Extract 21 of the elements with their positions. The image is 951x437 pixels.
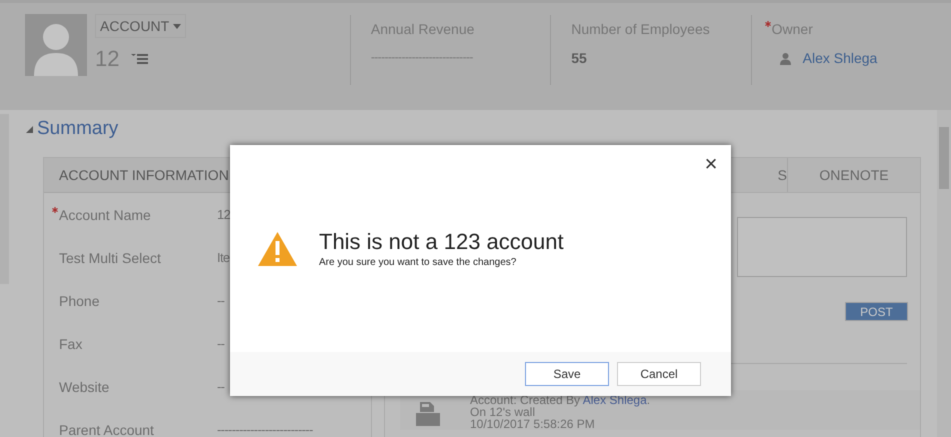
field-label: Parent Account: [59, 421, 154, 437]
field-value: 55: [571, 49, 588, 68]
field-value: --------------------------: [217, 421, 313, 437]
timeline-entry-wall: On 12's wall: [470, 406, 536, 418]
dialog-title: This is not a 123 account: [319, 229, 564, 255]
field-value: --: [217, 378, 224, 396]
field-label: Phone: [59, 292, 100, 311]
field-label: Test Multi Select: [59, 249, 161, 268]
field-label: Fax: [59, 335, 82, 354]
field-value: --: [217, 292, 224, 310]
field-label: Website: [59, 378, 110, 397]
field-value: Ite: [217, 249, 230, 267]
timeline-entry-text: Account: Created By Alex Shlega.: [470, 394, 650, 406]
field-value: 12: [217, 206, 230, 224]
field-value: ------------------------------: [370, 49, 474, 66]
section-title: Summary: [37, 116, 118, 141]
timeline-entry-date: 10/10/2017 5:58:26 PM: [470, 418, 596, 430]
panel-title: ACCOUNT INFORMATION: [59, 166, 229, 184]
dialog-message: Are you sure you want to save the changes?: [319, 256, 518, 270]
field-label: Account Name: [59, 206, 151, 225]
field-value: --: [217, 335, 224, 353]
